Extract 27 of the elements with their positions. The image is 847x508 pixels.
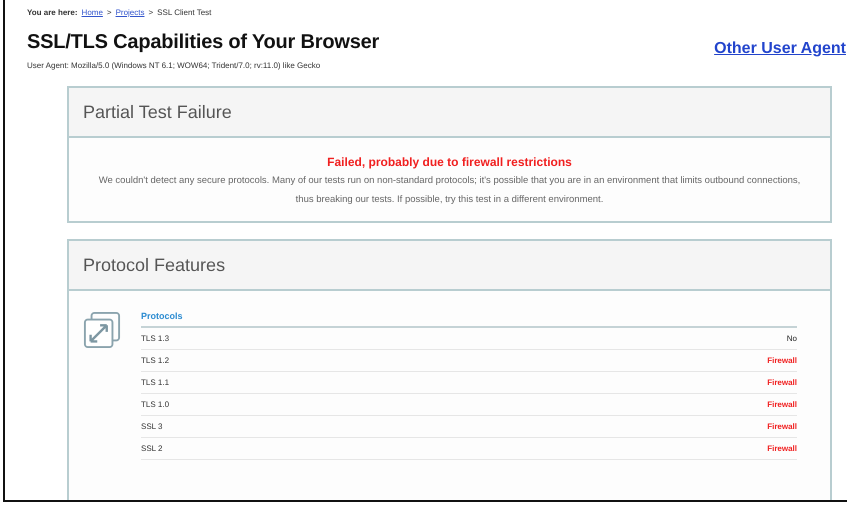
breadcrumb-separator: >	[106, 8, 112, 17]
card-title: Protocol Features	[83, 254, 226, 276]
failure-headline: Failed, probably due to firewall restrictions	[326, 155, 573, 169]
protocol-result: Firewall	[767, 356, 797, 365]
protocol-name: SSL 3	[141, 422, 162, 431]
protocol-name: TLS 1.2	[141, 356, 170, 365]
failure-message: We couldn't detect any secure protocols. Many of our tests run on non-standard protocols; it's possible that you are in an environment that limits outbound connections, thus breaking our tests. If possible, try this test in a different environment.	[98, 174, 802, 207]
breadcrumb-link[interactable]: Home	[82, 8, 103, 17]
card-title: Partial Test Failure	[83, 102, 232, 122]
protocol-result: No	[786, 334, 797, 343]
protocol-name: TLS 1.1	[141, 378, 170, 387]
breadcrumb-label: You are here:	[27, 8, 78, 17]
protocol-name: TLS 1.0	[141, 400, 170, 409]
section-heading: Protocols	[141, 311, 797, 328]
protocol-result: Firewall	[767, 378, 797, 387]
user-agent-text: User Agent: Mozilla/5.0 (Windows NT 6.1; WOW64; Trident/7.0; rv:11.0) like Gecko	[27, 61, 322, 70]
protocol-result: Firewall	[767, 400, 797, 409]
protocol-result: Firewall	[767, 422, 797, 431]
breadcrumb-current: SSL Client Test	[157, 8, 212, 17]
other-user-agents-link[interactable]: Other User Agent	[714, 40, 846, 58]
breadcrumb-separator: >	[148, 8, 154, 17]
breadcrumb-link[interactable]: Projects	[116, 8, 144, 17]
protocol-name: SSL 2	[141, 444, 162, 453]
expand-arrows-icon	[83, 311, 121, 349]
protocol-result: Firewall	[767, 444, 797, 453]
protocol-name: TLS 1.3	[141, 334, 170, 343]
page-title: SSL/TLS Capabilities of Your Browser	[27, 31, 380, 54]
